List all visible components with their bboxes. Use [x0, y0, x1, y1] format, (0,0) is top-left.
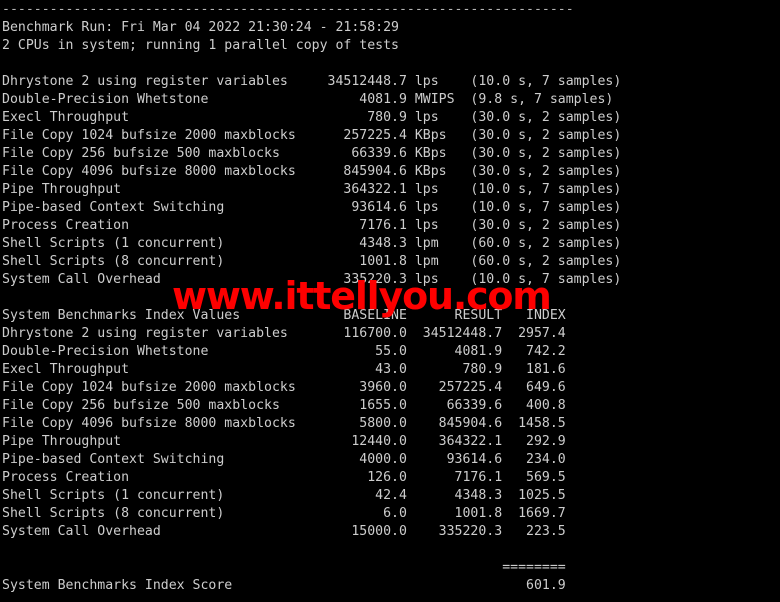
index-table-row: Shell Scripts (8 concurrent) 6.0 1001.8 …	[2, 506, 566, 521]
raw-result-row: Process Creation 7176.1 lps (30.0 s, 2 s…	[2, 218, 622, 233]
index-table-row: File Copy 256 bufsize 500 maxblocks 1655…	[2, 398, 566, 413]
raw-result-row: Pipe Throughput 364322.1 lps (10.0 s, 7 …	[2, 182, 622, 197]
index-table-row: File Copy 1024 bufsize 2000 maxblocks 39…	[2, 380, 566, 395]
raw-results-section: Dhrystone 2 using register variables 345…	[2, 73, 780, 289]
raw-result-row: Shell Scripts (8 concurrent) 1001.8 lpm …	[2, 254, 622, 269]
terminal-window: ----------------------------------------…	[0, 0, 780, 602]
raw-result-row: File Copy 1024 bufsize 2000 maxblocks 25…	[2, 128, 622, 143]
index-score-row: System Benchmarks Index Score 601.9	[2, 578, 566, 593]
index-separator-line: ========	[2, 559, 780, 577]
cpu-info-line: 2 CPUs in system; running 1 parallel cop…	[2, 38, 399, 53]
top-divider-rule: ----------------------------------------…	[2, 2, 574, 17]
raw-result-row: File Copy 256 bufsize 500 maxblocks 6633…	[2, 146, 622, 161]
spacer-line-2	[2, 289, 780, 307]
index-table-row: Double-Precision Whetstone 55.0 4081.9 7…	[2, 344, 566, 359]
spacer-line-4	[2, 595, 780, 602]
index-table-row: System Call Overhead 15000.0 335220.3 22…	[2, 524, 566, 539]
raw-result-row: System Call Overhead 335220.3 lps (10.0 …	[2, 272, 622, 287]
terminal-output: ----------------------------------------…	[2, 1, 780, 602]
index-score-separator: ========	[2, 560, 566, 575]
benchmark-run-line: Benchmark Run: Fri Mar 04 2022 21:30:24 …	[2, 20, 399, 35]
index-table-row: Execl Throughput 43.0 780.9 181.6	[2, 362, 566, 377]
raw-result-row: Double-Precision Whetstone 4081.9 MWIPS …	[2, 92, 614, 107]
raw-result-row: File Copy 4096 bufsize 8000 maxblocks 84…	[2, 164, 622, 179]
spacer-line-3	[2, 541, 780, 559]
index-table-row: Process Creation 126.0 7176.1 569.5	[2, 470, 566, 485]
raw-result-row: Pipe-based Context Switching 93614.6 lps…	[2, 200, 622, 215]
index-table-row: File Copy 4096 bufsize 8000 maxblocks 58…	[2, 416, 566, 431]
index-table-row: Dhrystone 2 using register variables 116…	[2, 326, 566, 341]
index-table-row: Pipe-based Context Switching 4000.0 9361…	[2, 452, 566, 467]
raw-result-row: Execl Throughput 780.9 lps (30.0 s, 2 sa…	[2, 110, 622, 125]
index-header-row: System Benchmarks Index Values BASELINE …	[2, 308, 566, 323]
index-table-row: Shell Scripts (1 concurrent) 42.4 4348.3…	[2, 488, 566, 503]
index-score-line: System Benchmarks Index Score 601.9	[2, 577, 780, 595]
index-table-row: Pipe Throughput 12440.0 364322.1 292.9	[2, 434, 566, 449]
index-table-rows: Dhrystone 2 using register variables 116…	[2, 325, 780, 541]
raw-result-row: Dhrystone 2 using register variables 345…	[2, 74, 622, 89]
index-table-header: System Benchmarks Index Values BASELINE …	[2, 307, 780, 325]
raw-result-row: Shell Scripts (1 concurrent) 4348.3 lpm …	[2, 236, 622, 251]
spacer-line-1	[2, 55, 780, 73]
